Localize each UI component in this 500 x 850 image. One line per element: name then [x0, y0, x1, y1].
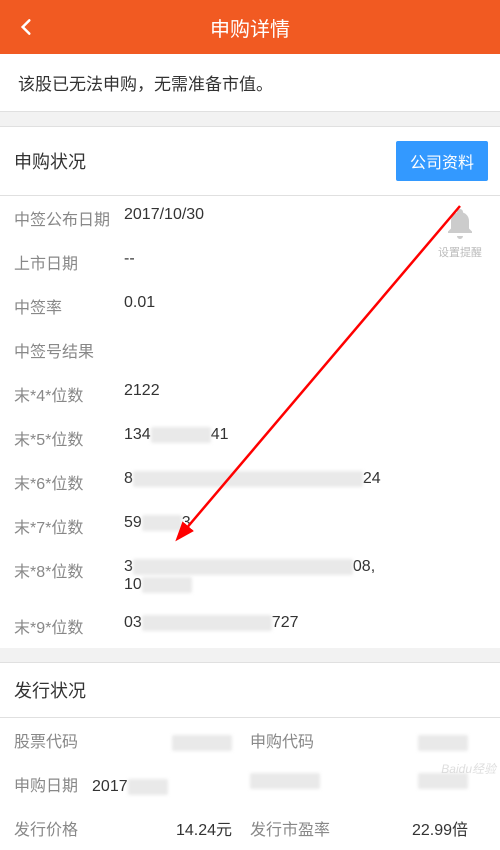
tail6-row: 末*6*位数 824 — [0, 460, 500, 504]
issue-section-title: 发行状况 — [14, 677, 86, 703]
tail7-row: 末*7*位数 593 — [0, 504, 500, 548]
watermark: Baidu经验 — [441, 760, 496, 777]
tail5-row: 末*5*位数 13441 — [0, 416, 500, 460]
tail4-row: 末*4*位数 2122 — [0, 372, 500, 416]
subscription-details: 设置提醒 中签公布日期 2017/10/30 上市日期 -- 中签率 0.01 … — [0, 196, 500, 648]
issue-details: 股票代码 申购代码 申购日期 2017 发行价格 14.24元 发行市盈率 22… — [0, 718, 500, 850]
lottery-result-row: 中签号结果 — [0, 328, 500, 372]
announce-date-row: 中签公布日期 2017/10/30 — [0, 196, 500, 240]
subscription-section-title: 申购状况 — [14, 148, 86, 174]
listing-date-row: 上市日期 -- — [0, 240, 500, 284]
issue-price-row: 发行价格 14.24元 发行市盈率 22.99倍 — [0, 806, 500, 850]
company-info-button[interactable]: 公司资料 — [396, 141, 488, 181]
notice-banner: 该股已无法申购，无需准备市值。 — [0, 54, 500, 112]
bell-icon — [442, 206, 478, 242]
code-row: 股票代码 申购代码 — [0, 718, 500, 762]
app-header: 申购详情 — [0, 0, 500, 54]
lottery-rate-row: 中签率 0.01 — [0, 284, 500, 328]
page-title: 申购详情 — [210, 13, 290, 42]
back-icon[interactable] — [16, 13, 36, 41]
subscribe-date-row: 申购日期 2017 — [0, 762, 500, 806]
tail9-row: 末*9*位数 03727 — [0, 604, 500, 648]
subscription-section-header: 申购状况 公司资料 — [0, 126, 500, 196]
tail8-row: 末*8*位数 308,10 — [0, 548, 500, 604]
reminder-label: 设置提醒 — [438, 244, 482, 260]
issue-section-header: 发行状况 — [0, 662, 500, 718]
reminder-button[interactable]: 设置提醒 — [438, 206, 482, 260]
